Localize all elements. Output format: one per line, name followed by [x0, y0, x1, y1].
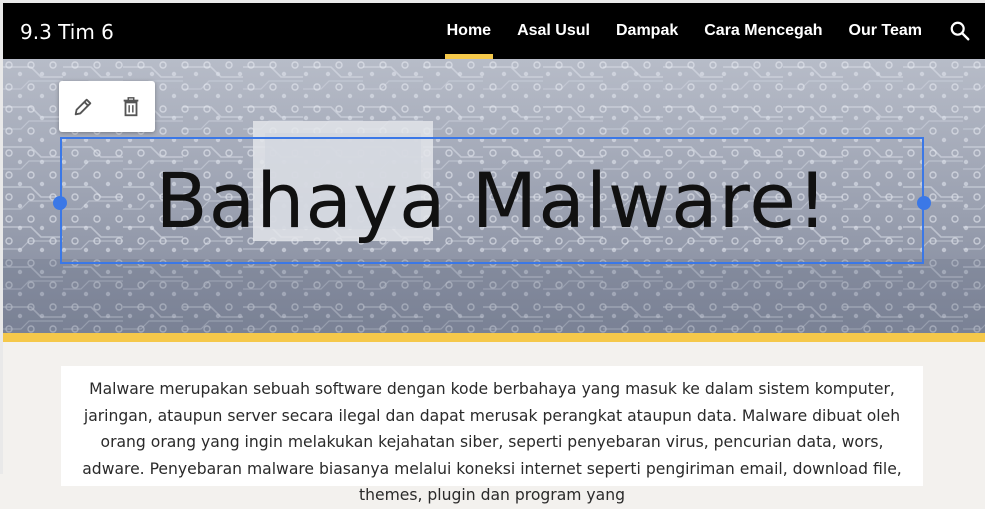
nav-label: Home: [446, 22, 492, 39]
nav-item-asal-usul[interactable]: Asal Usul: [504, 3, 603, 59]
nav-item-our-team[interactable]: Our Team: [836, 3, 936, 59]
edit-icon: [74, 98, 92, 115]
nav-label: Dampak: [615, 22, 679, 39]
element-edit-toolbar: [59, 81, 155, 132]
edit-button[interactable]: [63, 87, 103, 127]
top-navigation-bar: 9.3 Tim 6 Home Asal Usul Dampak Cara Men…: [3, 3, 985, 59]
malware-description: Malware merupakan sebuah software dengan…: [82, 380, 902, 504]
nav-item-cara-mencegah[interactable]: Cara Mencegah: [691, 3, 835, 59]
delete-icon: [123, 96, 139, 116]
content-section: Malware merupakan sebuah software dengan…: [61, 366, 923, 504]
resize-handle-right[interactable]: [917, 196, 931, 210]
site-title[interactable]: 9.3 Tim 6: [20, 20, 114, 44]
selected-title-box[interactable]: Bahaya Malware!: [53, 137, 931, 264]
delete-button[interactable]: [111, 87, 151, 127]
nav-item-home[interactable]: Home: [434, 3, 504, 59]
nav-item-dampak[interactable]: Dampak: [603, 3, 691, 59]
window-frame-left: [0, 0, 3, 474]
main-nav: Home Asal Usul Dampak Cara Mencegah Our …: [434, 3, 985, 59]
nav-label: Our Team: [848, 22, 923, 39]
window-frame-top: [0, 0, 985, 3]
nav-label: Asal Usul: [517, 22, 590, 39]
hero-title[interactable]: Bahaya Malware!: [156, 156, 829, 245]
resize-handle-left[interactable]: [53, 196, 67, 210]
search-icon: [950, 21, 970, 41]
search-button[interactable]: [935, 3, 985, 59]
hero-accent-stripe: [3, 333, 985, 342]
nav-label: Cara Mencegah: [704, 22, 823, 39]
